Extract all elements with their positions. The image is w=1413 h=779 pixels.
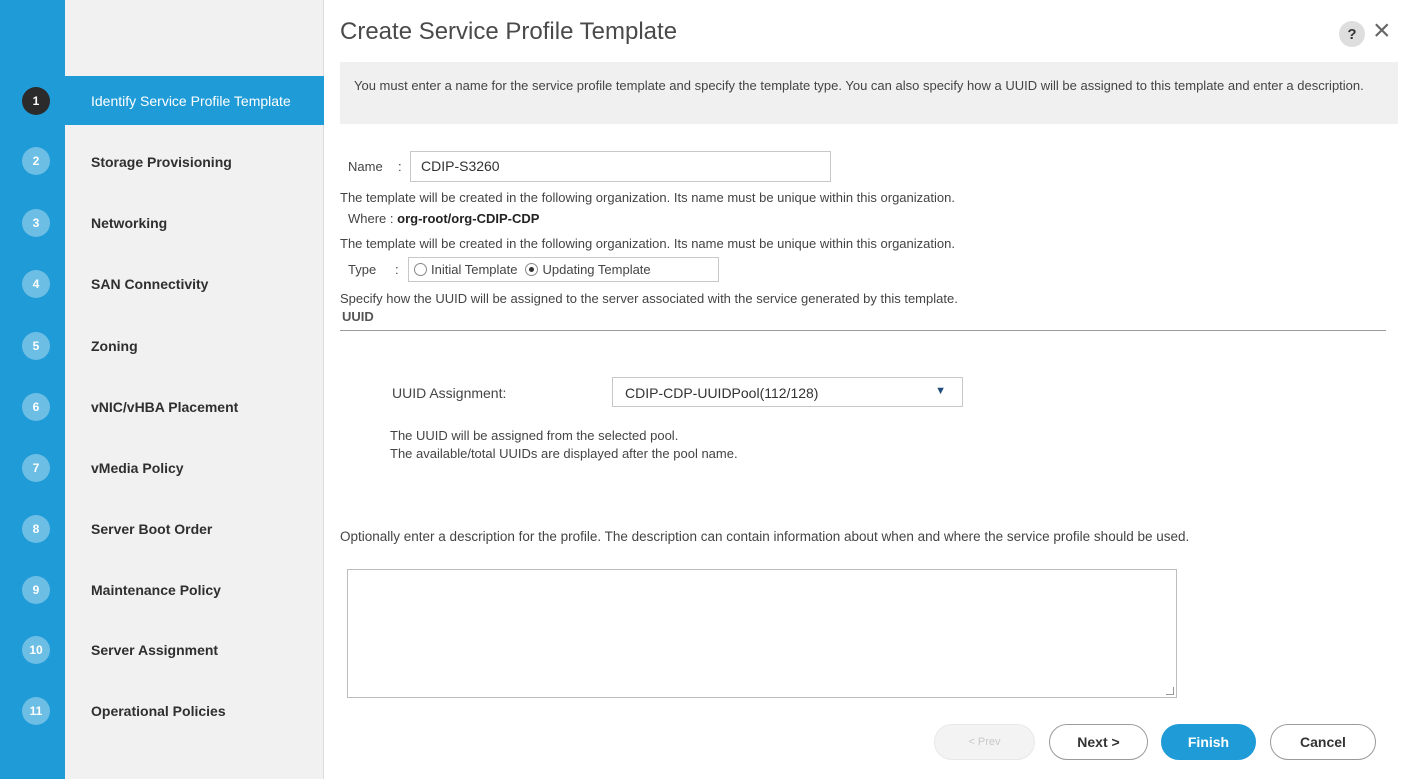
where-row: Where : org-root/org-CDIP-CDP <box>348 211 539 226</box>
step-maintenance-policy[interactable]: Maintenance Policy <box>65 565 324 614</box>
step-server-assignment[interactable]: Server Assignment <box>65 625 324 674</box>
step-server-boot-order[interactable]: Server Boot Order <box>65 504 324 553</box>
description-note: Optionally enter a description for the p… <box>340 529 1190 544</box>
uuid-heading: UUID <box>342 309 374 324</box>
finish-button[interactable]: Finish <box>1161 724 1256 760</box>
step-badge-4: 4 <box>22 270 50 298</box>
uuid-help-line-1: The UUID will be assigned from the selec… <box>390 428 679 443</box>
updating-template-label: Updating Template <box>542 262 651 277</box>
info-banner: You must enter a name for the service pr… <box>340 62 1398 124</box>
chevron-down-icon: ▼ <box>935 385 946 397</box>
step-badge-2: 2 <box>22 147 50 175</box>
wizard-step-menu: Identify Service Profile Template Storag… <box>65 0 324 779</box>
initial-template-radio[interactable] <box>414 263 427 276</box>
step-badge-7: 7 <box>22 454 50 482</box>
step-operational-policies[interactable]: Operational Policies <box>65 686 324 735</box>
where-label: Where : <box>348 211 394 226</box>
dialog-content: Create Service Profile Template ? × You … <box>324 0 1413 779</box>
step-badge-8: 8 <box>22 515 50 543</box>
step-badge-6: 6 <box>22 393 50 421</box>
type-label: Type <box>348 262 377 277</box>
dialog-title: Create Service Profile Template <box>340 18 678 45</box>
description-textarea[interactable] <box>347 569 1177 698</box>
uuid-note: Specify how the UUID will be assigned to… <box>340 291 958 306</box>
prev-button[interactable]: < Prev <box>934 724 1035 760</box>
uuid-assignment-select[interactable]: CDIP-CDP-UUIDPool(112/128) ▼ <box>612 377 963 407</box>
initial-template-option[interactable]: Initial Template <box>414 262 517 277</box>
org-note: The template will be created in the foll… <box>340 190 955 205</box>
step-badge-5: 5 <box>22 332 50 360</box>
template-type-radio-group: Initial Template Updating Template <box>408 257 719 282</box>
name-label: Name <box>348 159 383 174</box>
where-value: org-root/org-CDIP-CDP <box>397 211 540 226</box>
type-note: The template will be created in the foll… <box>340 236 955 251</box>
step-badge-9: 9 <box>22 576 50 604</box>
name-input[interactable]: CDIP-S3260 <box>410 151 831 182</box>
step-badge-11: 11 <box>22 697 50 725</box>
uuid-assignment-value: CDIP-CDP-UUIDPool(112/128) <box>625 385 819 401</box>
cancel-button[interactable]: Cancel <box>1270 724 1376 760</box>
updating-template-radio[interactable] <box>525 263 539 276</box>
close-icon[interactable]: × <box>1373 16 1391 46</box>
help-icon[interactable]: ? <box>1339 21 1365 47</box>
uuid-help-line-2: The available/total UUIDs are displayed … <box>390 446 738 461</box>
wizard-step-rail: 1 2 3 4 5 6 7 8 9 10 11 <box>0 0 65 779</box>
updating-template-option[interactable]: Updating Template <box>525 262 651 277</box>
step-vnic-vhba-placement[interactable]: vNIC/vHBA Placement <box>65 382 324 431</box>
initial-template-label: Initial Template <box>431 262 518 277</box>
step-san-connectivity[interactable]: SAN Connectivity <box>65 259 324 308</box>
resize-handle-icon[interactable] <box>1166 687 1174 695</box>
uuid-assignment-label: UUID Assignment: <box>392 385 507 401</box>
step-zoning[interactable]: Zoning <box>65 321 324 370</box>
step-networking[interactable]: Networking <box>65 198 324 247</box>
step-badge-1: 1 <box>22 87 50 115</box>
next-button[interactable]: Next > <box>1049 724 1148 760</box>
step-vmedia-policy[interactable]: vMedia Policy <box>65 443 324 492</box>
uuid-divider <box>340 330 1386 331</box>
type-separator: : <box>395 262 399 277</box>
step-storage-provisioning[interactable]: Storage Provisioning <box>65 137 324 186</box>
step-badge-3: 3 <box>22 209 50 237</box>
step-identify-service-profile-template[interactable]: Identify Service Profile Template <box>65 76 324 125</box>
step-badge-10: 10 <box>22 636 50 664</box>
name-separator: : <box>398 159 402 174</box>
